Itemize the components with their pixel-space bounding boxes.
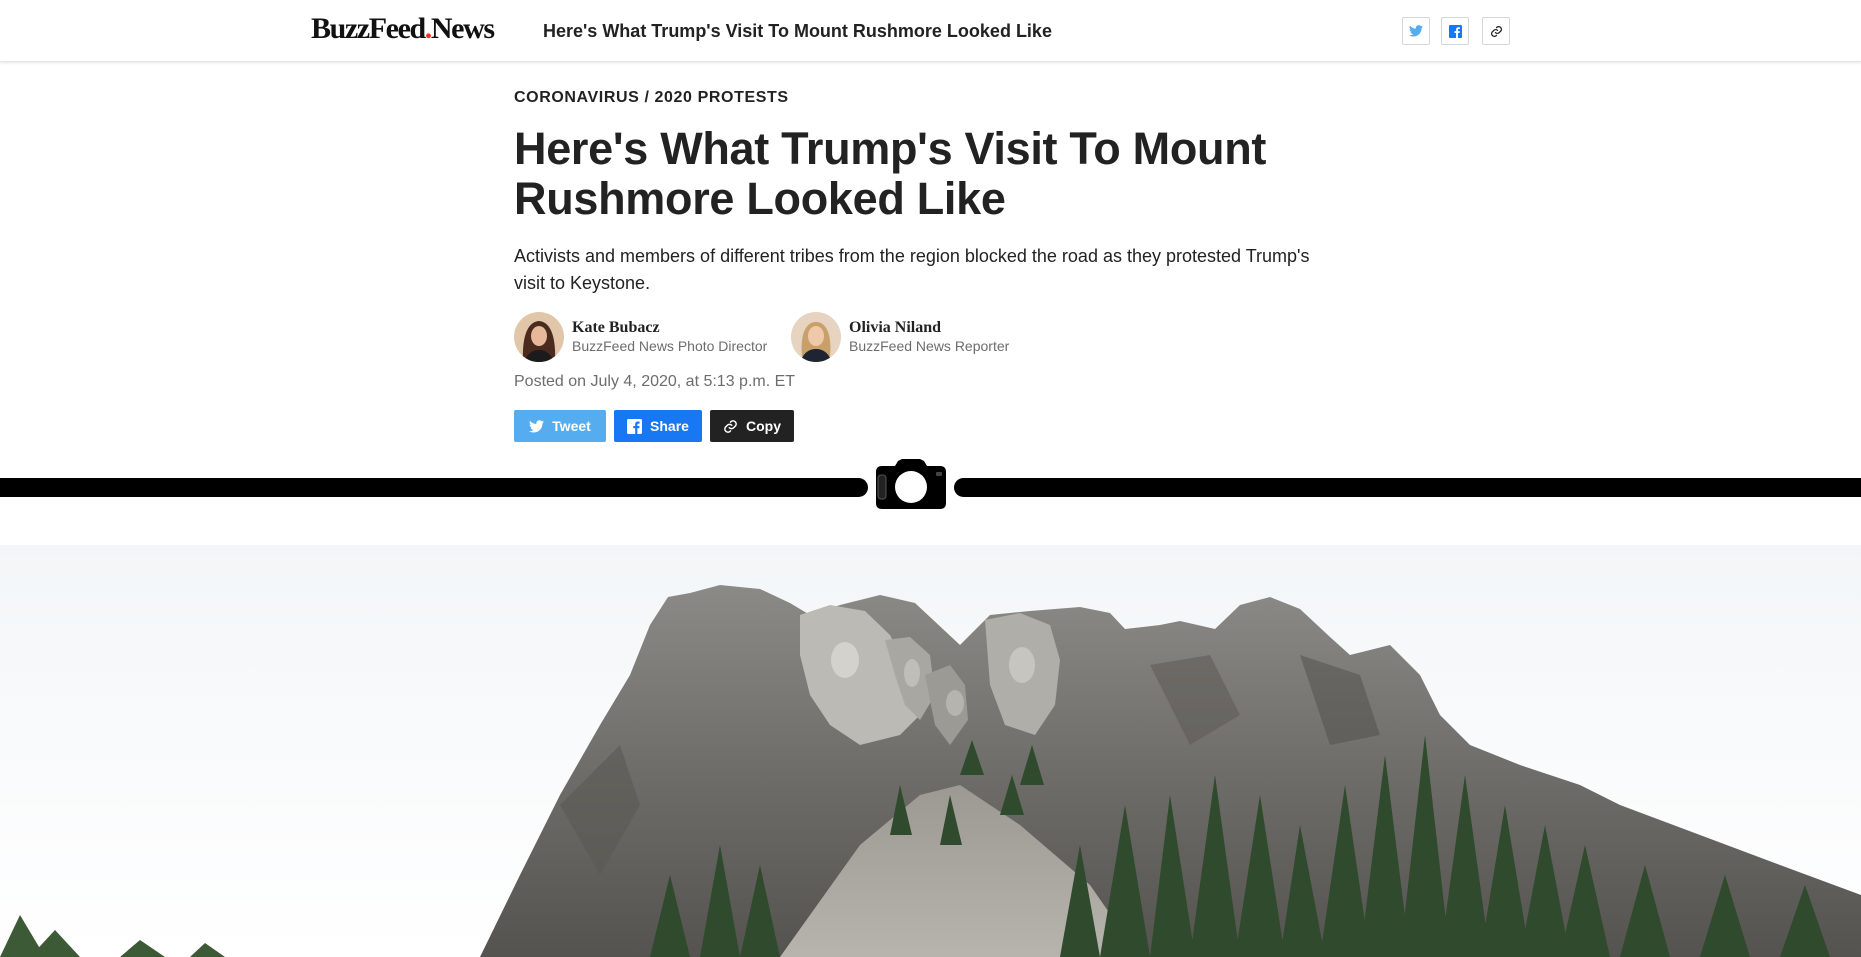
tweet-button[interactable]: Tweet [514,410,606,442]
author-byline[interactable]: Kate Bubacz BuzzFeed News Photo Director [514,312,767,362]
topbar-copy-link-button[interactable] [1482,17,1510,45]
author-avatar[interactable] [791,312,841,362]
topbar-twitter-share-button[interactable] [1402,17,1430,45]
divider-line-right [954,478,1861,497]
tweet-button-label: Tweet [552,418,591,434]
copy-link-button-label: Copy [746,418,781,434]
top-nav-bar: BuzzFeed.News Here's What Trump's Visit … [0,0,1861,62]
facebook-icon [627,418,643,434]
article-headline: Here's What Trump's Visit To Mount Rushm… [514,123,1267,224]
camera-icon [874,459,948,511]
article-kicker[interactable]: CORONAVIRUS / 2020 PROTESTS [514,89,789,107]
author-avatar[interactable] [514,312,564,362]
logo-suffix-text: News [430,12,495,45]
article-dek: Activists and members of different tribe… [514,246,1310,293]
twitter-icon [529,419,545,432]
link-icon [1490,25,1502,37]
hero-image-mount-rushmore[interactable] [0,545,1861,957]
logo-main-text: BuzzFeed [311,12,426,45]
topbar-article-title: Here's What Trump's Visit To Mount Rushm… [543,21,1052,41]
facebook-share-button[interactable]: Share [614,410,702,442]
twitter-icon [1409,25,1423,37]
author-name[interactable]: Kate Bubacz [572,319,767,337]
author-byline[interactable]: Olivia Niland BuzzFeed News Reporter [791,312,1009,362]
divider-line-left [0,478,868,497]
author-name[interactable]: Olivia Niland [849,319,1009,337]
facebook-icon [1448,24,1462,38]
publish-timestamp: Posted on July 4, 2020, at 5:13 p.m. ET [514,373,796,390]
topbar-facebook-share-button[interactable] [1441,17,1469,45]
buzzfeed-news-logo[interactable]: BuzzFeed.News [311,12,495,46]
facebook-share-button-label: Share [650,418,689,434]
author-role: BuzzFeed News Reporter [849,338,1010,354]
copy-link-button[interactable]: Copy [710,410,794,442]
link-icon [724,419,737,433]
author-role: BuzzFeed News Photo Director [572,338,768,354]
